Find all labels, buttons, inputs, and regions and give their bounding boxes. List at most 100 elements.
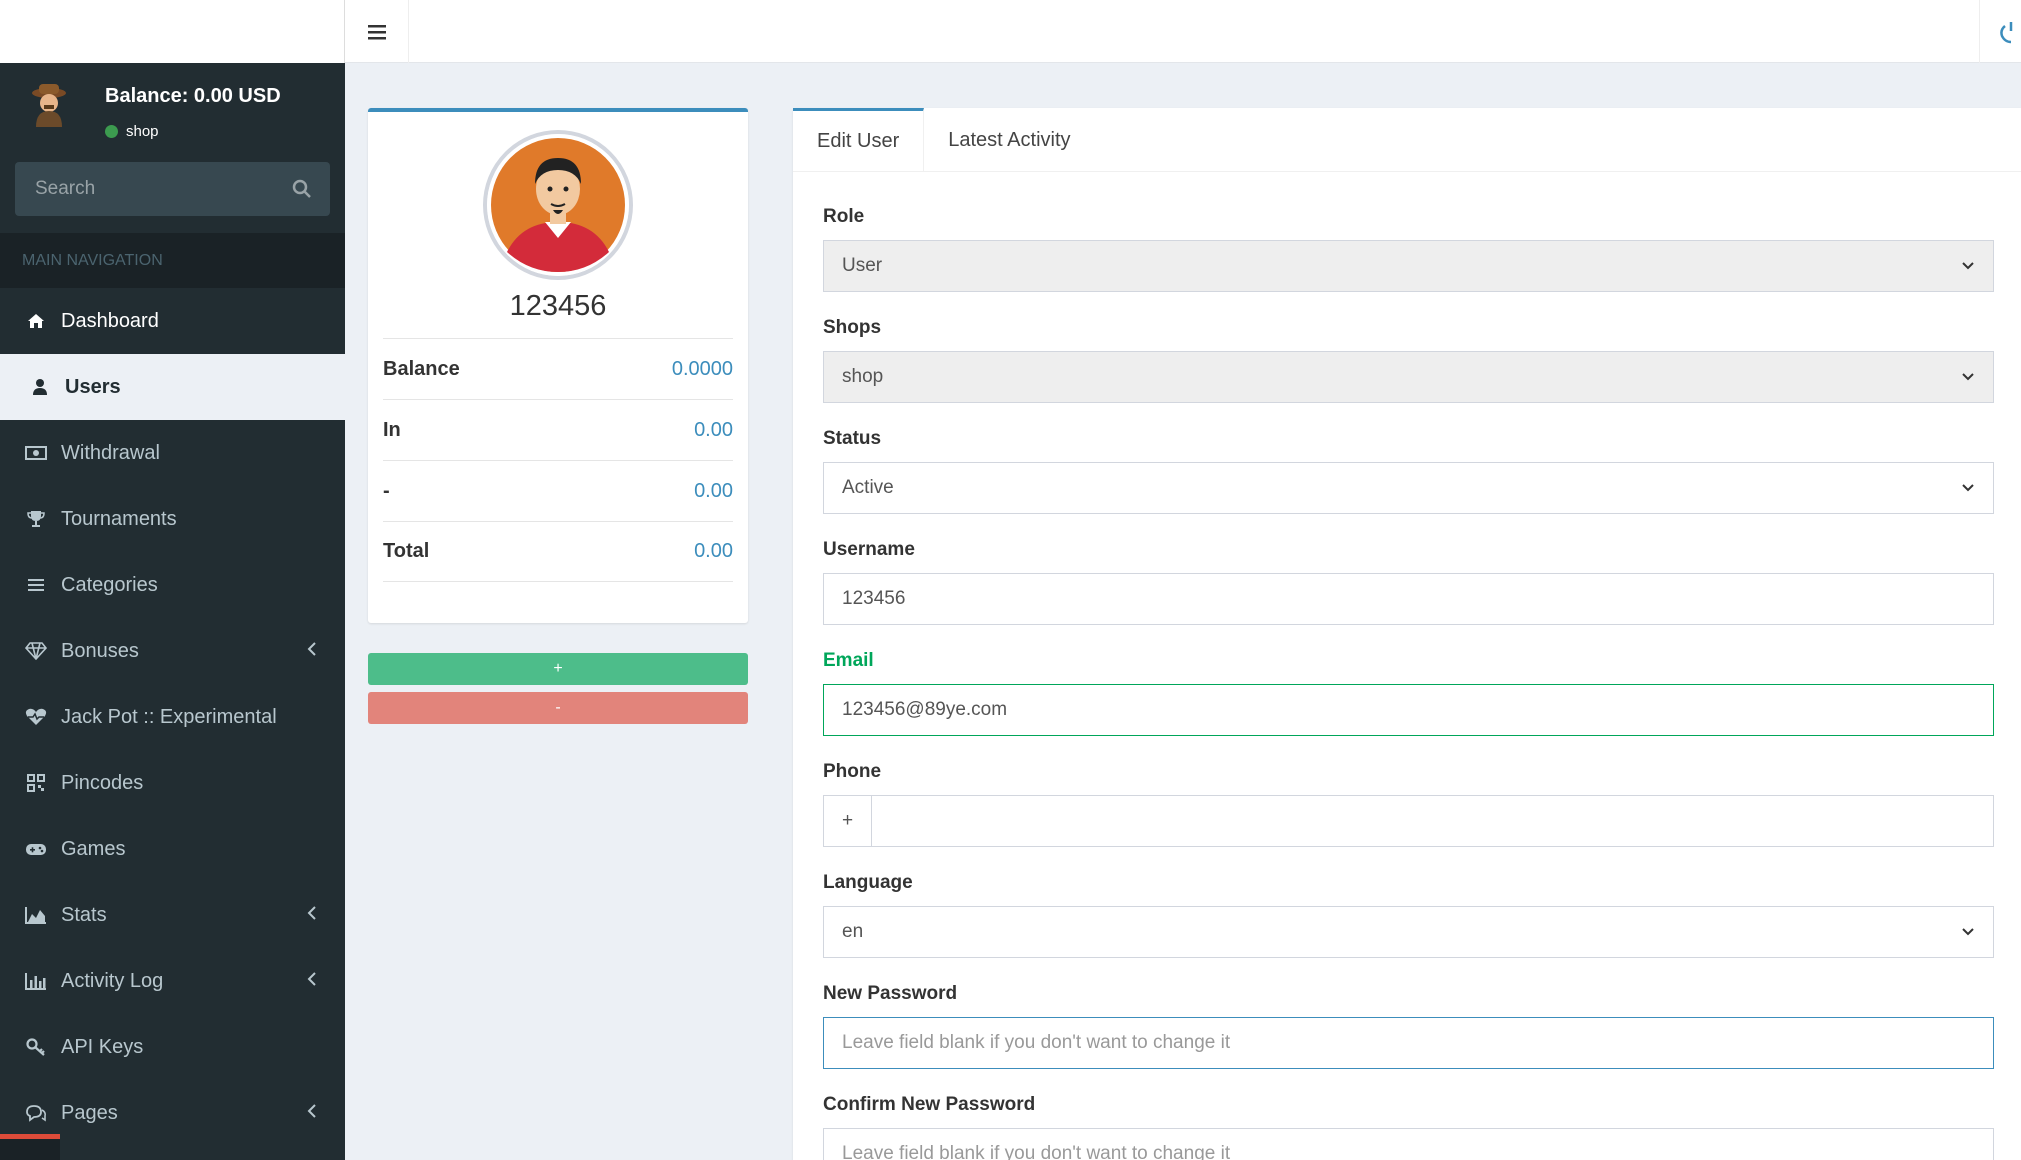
new-password-field[interactable] xyxy=(823,1017,1994,1069)
search-input[interactable] xyxy=(35,178,255,200)
sidebar-item-games[interactable]: Games xyxy=(0,816,345,882)
sidebar-item-categories[interactable]: Categories xyxy=(0,552,345,618)
sidebar-item-users[interactable]: Users xyxy=(0,354,345,420)
stat-value[interactable]: 0.00 xyxy=(694,540,733,563)
new-password-input[interactable] xyxy=(842,1032,1975,1054)
subtract-balance-button[interactable]: - xyxy=(368,692,748,724)
role-value: User xyxy=(842,255,883,276)
power-icon xyxy=(2000,21,2013,43)
sidebar-item-label: API Keys xyxy=(61,1035,144,1058)
money-icon xyxy=(25,442,47,464)
area-chart-icon xyxy=(25,904,47,926)
phone-prefix: + xyxy=(824,796,872,846)
tab-latest-activity[interactable]: Latest Activity xyxy=(924,108,1094,172)
diamond-icon xyxy=(25,640,47,662)
email-field[interactable] xyxy=(823,684,1994,736)
sidebar-item-label: Withdrawal xyxy=(61,441,160,464)
email-input[interactable] xyxy=(842,699,1975,721)
chevron-down-icon xyxy=(1962,373,1974,381)
top-navbar xyxy=(345,0,2021,63)
phone-input[interactable] xyxy=(890,810,1975,832)
chevron-left-icon xyxy=(307,1104,316,1118)
qrcode-icon xyxy=(25,772,47,794)
confirm-password-input[interactable] xyxy=(842,1143,1975,1160)
stat-label: Balance xyxy=(383,357,460,380)
add-balance-button[interactable]: + xyxy=(368,653,748,685)
sidebar-item-pincodes[interactable]: Pincodes xyxy=(0,750,345,816)
key-icon xyxy=(25,1036,47,1058)
main-navigation: Dashboard Users Withdrawal Tournaments C… xyxy=(0,288,345,1146)
tab-edit-user[interactable]: Edit User xyxy=(793,108,925,172)
stat-label: Total xyxy=(383,540,430,562)
bar-chart-icon xyxy=(25,970,47,992)
sidebar-item-jackpot[interactable]: Jack Pot :: Experimental xyxy=(0,684,345,750)
home-icon xyxy=(25,310,47,332)
sidebar-item-label: Activity Log xyxy=(61,969,164,992)
sidebar-item-stats[interactable]: Stats xyxy=(0,882,345,948)
user-icon xyxy=(29,376,51,398)
status-select[interactable]: Active xyxy=(823,462,1994,514)
hamburger-icon xyxy=(367,24,386,39)
sidebar-item-label: Jack Pot :: Experimental xyxy=(61,705,277,728)
status-label: Status xyxy=(823,428,882,449)
user-balance: Balance: 0.00 USD xyxy=(105,85,281,107)
sidebar-item-dashboard[interactable]: Dashboard xyxy=(0,288,345,354)
status-value: Active xyxy=(842,477,894,498)
stat-row-total: Total 0.00 xyxy=(383,521,733,582)
role-select[interactable]: User xyxy=(823,240,1994,292)
tab-bar: Edit User Latest Activity xyxy=(793,108,2021,172)
language-value: en xyxy=(842,921,864,942)
username-input[interactable] xyxy=(842,588,1975,610)
profile-username: 123456 xyxy=(509,290,607,322)
profile-stats: Balance 0.0000 In 0.00 - 0.00 Total 0.00 xyxy=(383,338,733,582)
confirm-password-field[interactable] xyxy=(823,1128,1994,1160)
stat-value[interactable]: 0.00 xyxy=(694,480,733,503)
stat-value[interactable]: 0.0000 xyxy=(672,358,733,381)
sidebar-item-label: Categories xyxy=(61,573,158,596)
edit-user-panel: Edit User Latest Activity Role User Shop… xyxy=(793,108,2021,1160)
chevron-down-icon xyxy=(1962,262,1974,270)
username-label: Username xyxy=(823,539,915,560)
sidebar-item-label: Tournaments xyxy=(61,507,177,530)
sidebar-item-withdrawal[interactable]: Withdrawal xyxy=(0,420,345,486)
sidebar-item-tournaments[interactable]: Tournaments xyxy=(0,486,345,552)
chevron-left-icon xyxy=(307,642,316,656)
sidebar-item-label: Users xyxy=(65,375,121,398)
stat-value[interactable]: 0.00 xyxy=(694,419,733,442)
comments-icon xyxy=(25,1102,47,1124)
chevron-left-icon xyxy=(307,906,316,920)
sidebar-item-label: Games xyxy=(61,837,126,860)
phone-field[interactable]: + xyxy=(823,795,1994,847)
logo-area xyxy=(0,0,345,63)
shops-select[interactable]: shop xyxy=(823,351,1994,403)
sidebar-item-label: Dashboard xyxy=(61,309,159,332)
shops-label: Shops xyxy=(823,317,882,338)
sidebar-item-label: Stats xyxy=(61,903,107,926)
username-field[interactable] xyxy=(823,573,1994,625)
stat-label: In xyxy=(383,418,401,441)
chevron-left-icon xyxy=(307,972,316,986)
gamepad-icon xyxy=(25,838,47,860)
role-label: Role xyxy=(823,206,865,227)
user-panel: Balance: 0.00 USD shop xyxy=(0,63,345,218)
confirm-password-label: Confirm New Password xyxy=(823,1094,1036,1115)
nav-header: MAIN NAVIGATION xyxy=(0,233,345,288)
user-status: shop xyxy=(105,123,159,140)
shops-value: shop xyxy=(842,366,884,387)
chevron-down-icon xyxy=(1962,484,1974,492)
email-label: Email xyxy=(823,650,874,671)
logout-button[interactable] xyxy=(1979,0,2021,63)
stat-row-out: - 0.00 xyxy=(383,460,733,521)
sidebar-item-activity-log[interactable]: Activity Log xyxy=(0,948,345,1014)
sidebar-item-api-keys[interactable]: API Keys xyxy=(0,1014,345,1080)
online-dot-icon xyxy=(105,125,118,138)
user-avatar xyxy=(26,81,72,127)
sidebar-item-bonuses[interactable]: Bonuses xyxy=(0,618,345,684)
sidebar-item-label: Bonuses xyxy=(61,639,139,662)
sidebar: Balance: 0.00 USD shop MAIN NAVIGATION D… xyxy=(0,0,345,1160)
language-select[interactable]: en xyxy=(823,906,1994,958)
search-icon[interactable] xyxy=(292,179,312,199)
list-icon xyxy=(25,574,47,596)
sidebar-toggle-button[interactable] xyxy=(345,0,409,63)
trophy-icon xyxy=(25,508,47,530)
